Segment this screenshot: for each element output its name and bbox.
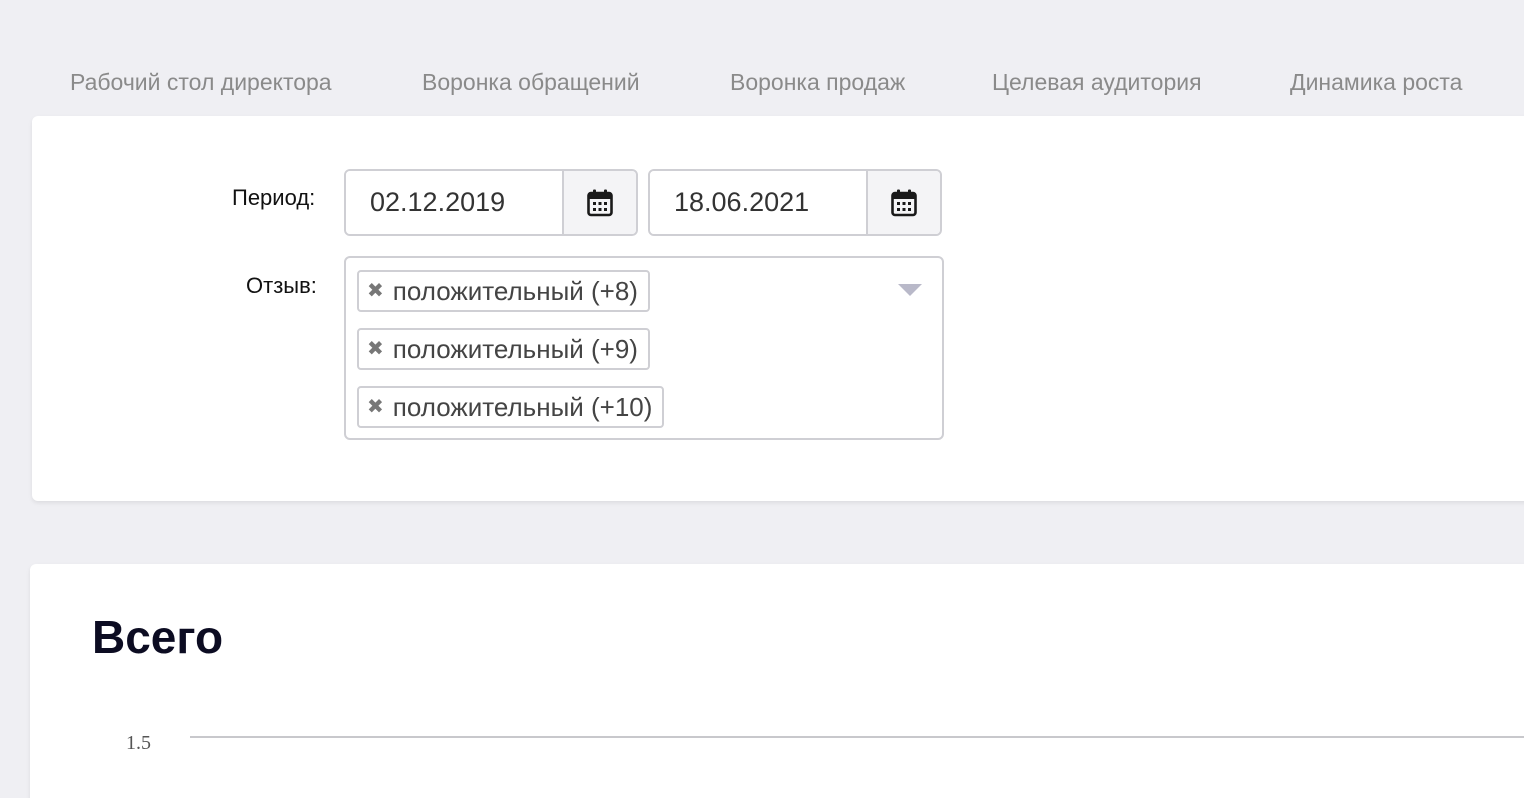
period-label: Период: (232, 185, 316, 210)
tab-growth-dynamics[interactable]: Динамика роста (1290, 66, 1462, 98)
tab-requests-funnel[interactable]: Воронка обращений (422, 66, 640, 98)
chart-title: Всего (92, 611, 224, 663)
review-chip: ✖ положительный (+8) (357, 270, 650, 312)
page: Рабочий стол директора Воронка обращений… (0, 0, 1524, 798)
remove-icon[interactable]: ✖ (367, 397, 384, 417)
remove-icon[interactable]: ✖ (367, 339, 384, 359)
review-multiselect[interactable]: ✖ положительный (+8) ✖ положительный (+9… (344, 256, 944, 440)
report-tabs: Рабочий стол директора Воронка обращений… (0, 0, 1524, 116)
review-label: Отзыв: (246, 273, 317, 298)
y-tick-label: 1.5 (126, 732, 151, 754)
date-from-input[interactable] (346, 171, 562, 234)
review-chip: ✖ положительный (+9) (357, 328, 650, 370)
date-to-calendar-button[interactable] (866, 171, 940, 234)
date-from-picker (344, 169, 638, 236)
calendar-icon (587, 189, 613, 216)
chip-label: положительный (+10) (392, 391, 653, 422)
calendar-icon (891, 189, 917, 216)
remove-icon[interactable]: ✖ (367, 281, 384, 301)
date-to-input[interactable] (650, 171, 866, 234)
chip-label: положительный (+8) (392, 275, 638, 306)
tab-target-audience[interactable]: Целевая аудитория (992, 66, 1202, 98)
review-chip: ✖ положительный (+10) (357, 386, 665, 428)
grid-line (190, 736, 1524, 738)
date-from-calendar-button[interactable] (562, 171, 636, 234)
chevron-down-icon[interactable] (898, 284, 922, 296)
tab-director-desk[interactable]: Рабочий стол директора (70, 66, 332, 98)
chart-panel: Всего 1.5 (30, 564, 1524, 798)
chip-label: положительный (+9) (392, 333, 638, 364)
date-to-picker (648, 169, 942, 236)
tab-sales-funnel[interactable]: Воронка продаж (730, 66, 905, 98)
